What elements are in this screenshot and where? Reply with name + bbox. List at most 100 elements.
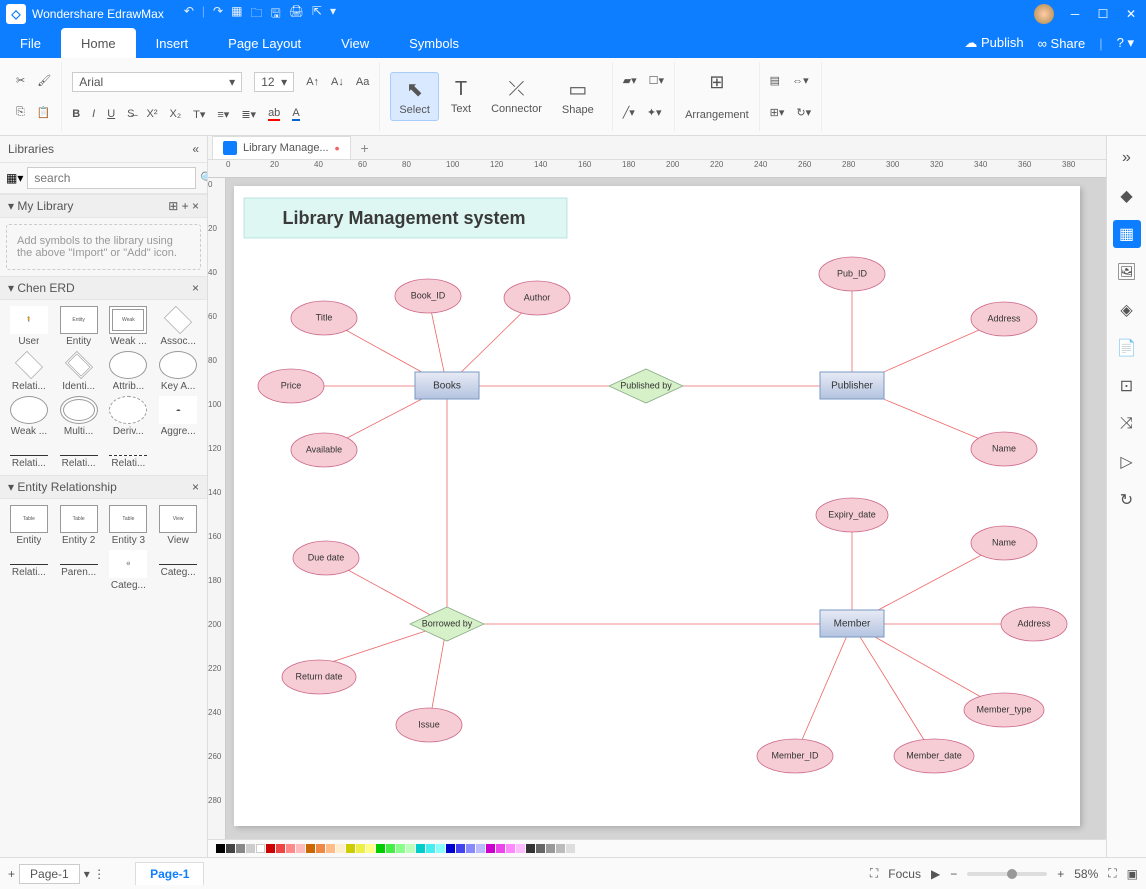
- redo-icon[interactable]: ↷: [213, 4, 223, 25]
- distribute-icon[interactable]: ⇔▾: [792, 74, 809, 87]
- new-icon[interactable]: ▦: [231, 4, 242, 25]
- page-select[interactable]: Page-1: [19, 864, 80, 884]
- chen-erd-title[interactable]: Chen ERD: [17, 281, 74, 295]
- italic-icon[interactable]: I: [92, 108, 95, 120]
- close-lib-icon[interactable]: ×: [192, 199, 199, 213]
- bullet-icon[interactable]: ≡▾: [217, 108, 229, 121]
- shape-weak-attr[interactable]: Weak ...: [6, 396, 52, 437]
- shape-key-attrib[interactable]: Key A...: [155, 351, 201, 392]
- zoom-in-icon[interactable]: +: [1057, 867, 1064, 881]
- qr-icon[interactable]: ▦: [1113, 220, 1141, 248]
- shape-ident[interactable]: Identi...: [56, 351, 102, 392]
- shape-er-entity2[interactable]: TableEntity 2: [56, 505, 102, 546]
- history-icon[interactable]: ↻: [1113, 486, 1141, 514]
- shadow-icon[interactable]: ☐▾: [649, 74, 664, 87]
- publish-button[interactable]: ☁ Publish: [964, 35, 1023, 51]
- arrangement-icon[interactable]: ⊞: [709, 72, 724, 93]
- text-direction-icon[interactable]: T▾: [193, 108, 205, 121]
- fit-page-icon[interactable]: ⛶: [1108, 866, 1116, 881]
- bold-icon[interactable]: B: [72, 108, 80, 120]
- page[interactable]: Library Management system: [234, 186, 1080, 826]
- shape-attrib[interactable]: Attrib...: [106, 351, 152, 392]
- maximize-icon[interactable]: ☐: [1096, 7, 1110, 21]
- open-icon[interactable]: 🗀: [250, 4, 262, 25]
- shape-er-rel[interactable]: Relati...: [6, 550, 52, 591]
- theme-fill-icon[interactable]: ◆: [1113, 182, 1141, 210]
- my-library-title[interactable]: My Library: [17, 199, 73, 213]
- export-icon[interactable]: ⇱: [312, 4, 322, 25]
- fullscreen-icon[interactable]: ▣: [1127, 867, 1138, 881]
- tab-symbols[interactable]: Symbols: [389, 28, 479, 58]
- strike-icon[interactable]: S̶: [127, 108, 134, 120]
- play-icon[interactable]: ▷: [1113, 448, 1141, 476]
- print-icon[interactable]: 🖨: [289, 4, 304, 25]
- resize-icon[interactable]: ⊡: [1113, 372, 1141, 400]
- rotate-icon[interactable]: ↻▾: [796, 106, 811, 119]
- avatar[interactable]: [1034, 4, 1054, 24]
- add-icon[interactable]: +: [182, 199, 189, 213]
- shape-er-categ2[interactable]: Categ...: [155, 550, 201, 591]
- collapse-right-icon[interactable]: »: [1113, 144, 1141, 172]
- font-shrink-icon[interactable]: A↓: [331, 76, 344, 88]
- search-icon[interactable]: 🔍: [200, 171, 208, 185]
- underline-icon[interactable]: U: [107, 108, 115, 120]
- font-grow-icon[interactable]: A↑: [306, 76, 319, 88]
- effects-icon[interactable]: ✦▾: [647, 106, 662, 119]
- document-tab[interactable]: Library Manage... •: [212, 136, 351, 159]
- close-chen-icon[interactable]: ×: [192, 281, 199, 295]
- shape-er-view[interactable]: ViewView: [155, 505, 201, 546]
- page-tab[interactable]: Page-1: [135, 862, 204, 885]
- shape-er-categ[interactable]: ⊖Categ...: [106, 550, 152, 591]
- shape-entity[interactable]: EntityEntity: [56, 306, 102, 347]
- text-tool[interactable]: TText: [443, 74, 479, 119]
- shape-rel1[interactable]: Relati...: [6, 441, 52, 469]
- import-icon[interactable]: ⊞: [168, 199, 178, 213]
- subscript-icon[interactable]: X₂: [170, 108, 182, 120]
- shape-er-paren[interactable]: Paren...: [56, 550, 102, 591]
- shape-aggre[interactable]: ☁Aggre...: [155, 396, 201, 437]
- zoom-out-icon[interactable]: −: [950, 867, 957, 881]
- tab-file[interactable]: File: [0, 28, 61, 58]
- close-er-icon[interactable]: ×: [192, 480, 199, 494]
- font-size-select[interactable]: 12▾: [254, 72, 294, 92]
- shape-relation[interactable]: Relati...: [6, 351, 52, 392]
- align-icon[interactable]: ▤: [770, 74, 780, 87]
- color-swatches[interactable]: [208, 839, 1106, 857]
- close-icon[interactable]: ✕: [1124, 7, 1138, 21]
- share-button[interactable]: ∞ Share: [1038, 36, 1086, 51]
- undo-icon[interactable]: ↶: [184, 4, 194, 25]
- connector-tool[interactable]: ⤫Connector: [483, 74, 550, 119]
- save-icon[interactable]: 🖫: [270, 4, 280, 25]
- library-menu-icon[interactable]: ▦▾: [6, 171, 23, 185]
- image-icon[interactable]: 🖼: [1113, 258, 1141, 286]
- fill-icon[interactable]: ▰▾: [623, 74, 637, 87]
- font-color-icon[interactable]: A: [292, 107, 299, 121]
- more-icon[interactable]: ▾: [330, 4, 336, 25]
- list-icon[interactable]: ≣▾: [241, 108, 256, 121]
- add-page-button[interactable]: +: [8, 867, 15, 881]
- select-tool[interactable]: ⬉Select: [390, 72, 439, 121]
- shape-tool[interactable]: ▭Shape: [554, 73, 602, 120]
- focus-icon[interactable]: ⛶: [870, 866, 878, 881]
- paste-icon[interactable]: 📋: [37, 106, 51, 119]
- shape-deriv[interactable]: Deriv...: [106, 396, 152, 437]
- line-icon[interactable]: ╱▾: [623, 106, 635, 119]
- group-icon[interactable]: ⊞▾: [770, 106, 785, 119]
- tab-home[interactable]: Home: [61, 28, 136, 58]
- collapse-panel-icon[interactable]: «: [192, 142, 199, 156]
- format-painter-icon[interactable]: 🖌: [37, 74, 51, 87]
- font-underline-color-icon[interactable]: ab: [268, 107, 280, 121]
- cut-icon[interactable]: ✂: [16, 74, 25, 87]
- library-search-input[interactable]: [27, 167, 196, 189]
- shape-multi[interactable]: Multi...: [56, 396, 102, 437]
- zoom-slider[interactable]: [967, 872, 1047, 876]
- properties-icon[interactable]: 📄: [1113, 334, 1141, 362]
- shape-er-entity3[interactable]: TableEntity 3: [106, 505, 152, 546]
- present-icon[interactable]: ▶: [931, 867, 940, 881]
- minimize-icon[interactable]: ─: [1068, 7, 1082, 21]
- shape-rel2[interactable]: Relati...: [56, 441, 102, 469]
- tab-view[interactable]: View: [321, 28, 389, 58]
- shape-rel3[interactable]: Relati...: [106, 441, 152, 469]
- add-tab-button[interactable]: +: [361, 140, 369, 156]
- er-title[interactable]: Entity Relationship: [17, 480, 116, 494]
